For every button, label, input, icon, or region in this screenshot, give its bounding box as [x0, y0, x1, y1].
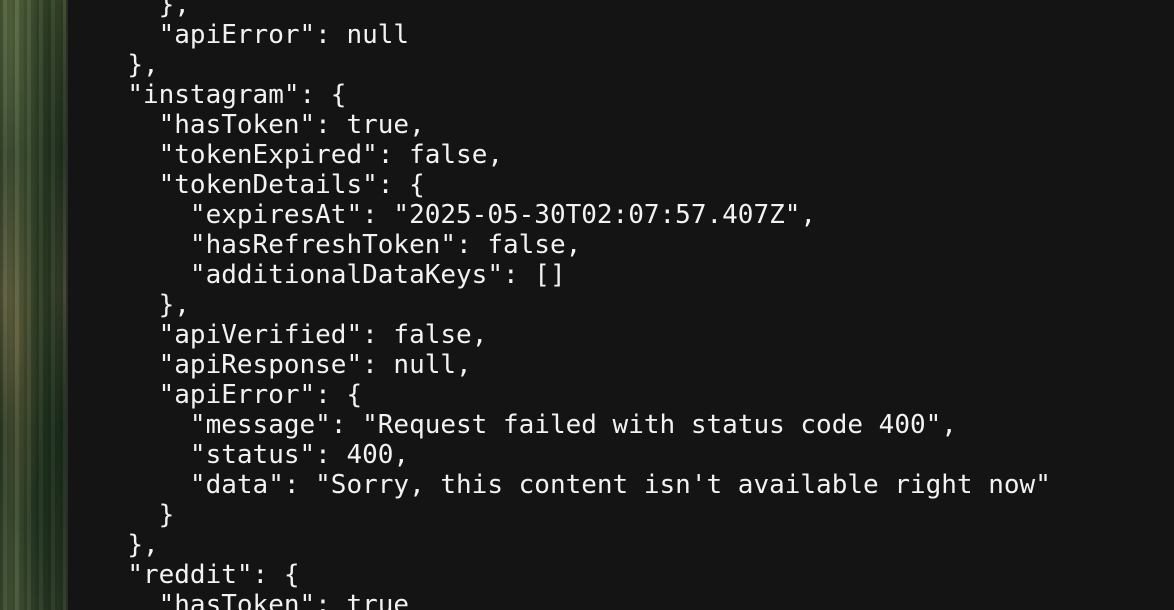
terminal-line: "status": 400,	[189, 440, 410, 470]
terminal-line: "additionalDataKeys": []	[189, 260, 566, 290]
terminal-line: "instagram": {	[127, 80, 347, 110]
desktop-wallpaper	[0, 0, 66, 610]
terminal-line: "tokenDetails": {	[158, 170, 425, 200]
terminal-line: "apiError": null	[158, 20, 410, 50]
screen: }, "apiError": null }, "instagram": { "h…	[0, 0, 1174, 610]
terminal-line: }	[158, 500, 175, 530]
terminal-line: "apiVerified": false,	[158, 320, 488, 350]
terminal-line: },	[158, 290, 190, 320]
terminal-line: "apiError": {	[158, 380, 363, 410]
terminal-line: "reddit": {	[127, 560, 300, 590]
terminal-line: },	[127, 530, 159, 560]
terminal-line: "message": "Request failed with status c…	[189, 410, 957, 440]
terminal-window[interactable]: }, "apiError": null }, "instagram": { "h…	[68, 0, 1174, 610]
terminal-line: "tokenExpired": false,	[158, 140, 503, 170]
terminal-line: "expiresAt": "2025-05-30T02:07:57.407Z",	[189, 200, 817, 230]
terminal-line: "apiResponse": null,	[158, 350, 472, 380]
terminal-output[interactable]: }, "apiError": null }, "instagram": { "h…	[68, 0, 1051, 610]
terminal-line: "hasToken": true,	[158, 110, 425, 140]
terminal-line: "hasRefreshToken": false,	[189, 230, 582, 260]
terminal-line: },	[127, 50, 159, 80]
terminal-line: "data": "Sorry, this content isn't avail…	[189, 470, 1051, 500]
terminal-line: },	[158, 0, 190, 20]
terminal-line: "hasToken": true	[158, 590, 410, 610]
